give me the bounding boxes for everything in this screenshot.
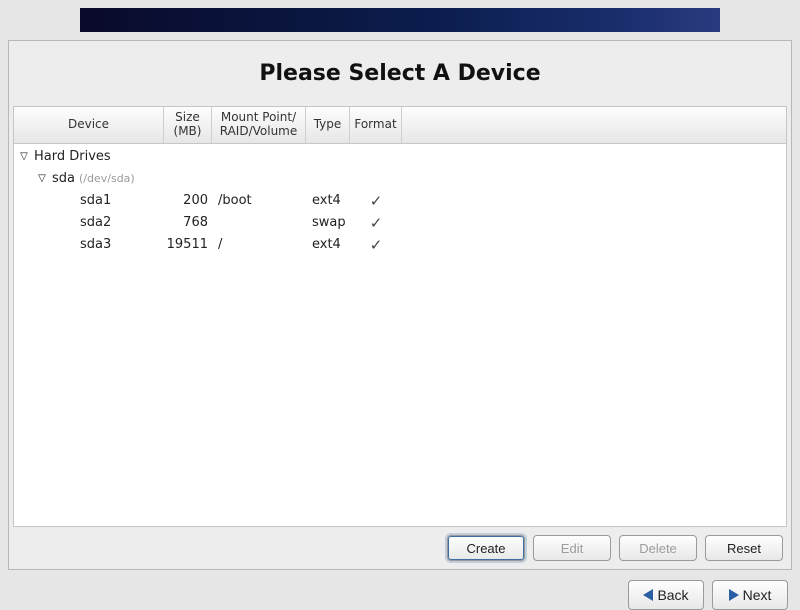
partition-row[interactable]: ▽ sda1 200 /boot ext4 ✓ [14,190,786,212]
partition-table: Device Size (MB) Mount Point/ RAID/Volum… [13,106,787,527]
tree-root-row[interactable]: ▽ Hard Drives [14,146,786,168]
title-area: Please Select A Device [9,41,791,106]
partition-format: ✓ [350,214,402,232]
partition-size: 19511 [164,237,212,252]
partition-name: sda1 [80,193,111,208]
col-size[interactable]: Size (MB) [164,107,212,143]
partition-name: sda3 [80,237,111,252]
partition-type: swap [306,215,350,230]
expander-icon[interactable]: ▽ [18,151,30,162]
col-type[interactable]: Type [306,107,350,143]
partition-type: ext4 [306,237,350,252]
page-title: Please Select A Device [9,61,791,86]
back-label: Back [657,587,688,603]
partition-format: ✓ [350,236,402,254]
partition-size: 200 [164,193,212,208]
col-mount[interactable]: Mount Point/ RAID/Volume [212,107,306,143]
delete-button: Delete [619,535,697,561]
col-device[interactable]: Device [14,107,164,143]
edit-button: Edit [533,535,611,561]
action-button-row: Create Edit Delete Reset [9,527,791,569]
partition-mount: / [212,237,306,252]
partition-format: ✓ [350,192,402,210]
disk-path: (/dev/sda) [79,172,135,185]
table-header: Device Size (MB) Mount Point/ RAID/Volum… [14,107,786,144]
checkmark-icon: ✓ [370,236,383,254]
arrow-right-icon [729,589,739,601]
reset-button[interactable]: Reset [705,535,783,561]
arrow-left-icon [643,589,653,601]
partition-type: ext4 [306,193,350,208]
checkmark-icon: ✓ [370,192,383,210]
partition-row[interactable]: ▽ sda2 768 swap ✓ [14,212,786,234]
partition-name: sda2 [80,215,111,230]
back-button[interactable]: Back [628,580,704,610]
partition-row[interactable]: ▽ sda3 19511 / ext4 ✓ [14,234,786,256]
top-banner [80,8,720,32]
nav-button-row: Back Next [0,570,800,610]
next-button[interactable]: Next [712,580,788,610]
disk-name: sda [52,171,75,186]
col-format[interactable]: Format [350,107,402,143]
tree-root-label: Hard Drives [34,149,111,164]
partition-size: 768 [164,215,212,230]
main-panel: Please Select A Device Device Size (MB) … [8,40,792,570]
partition-mount: /boot [212,193,306,208]
next-label: Next [743,587,772,603]
disk-row[interactable]: ▽ sda (/dev/sda) [14,168,786,190]
expander-icon[interactable]: ▽ [36,173,48,184]
col-spacer [402,107,786,143]
create-button[interactable]: Create [447,535,525,561]
table-body[interactable]: ▽ Hard Drives ▽ sda (/dev/sda) ▽ sda1 20… [14,144,786,526]
checkmark-icon: ✓ [370,214,383,232]
